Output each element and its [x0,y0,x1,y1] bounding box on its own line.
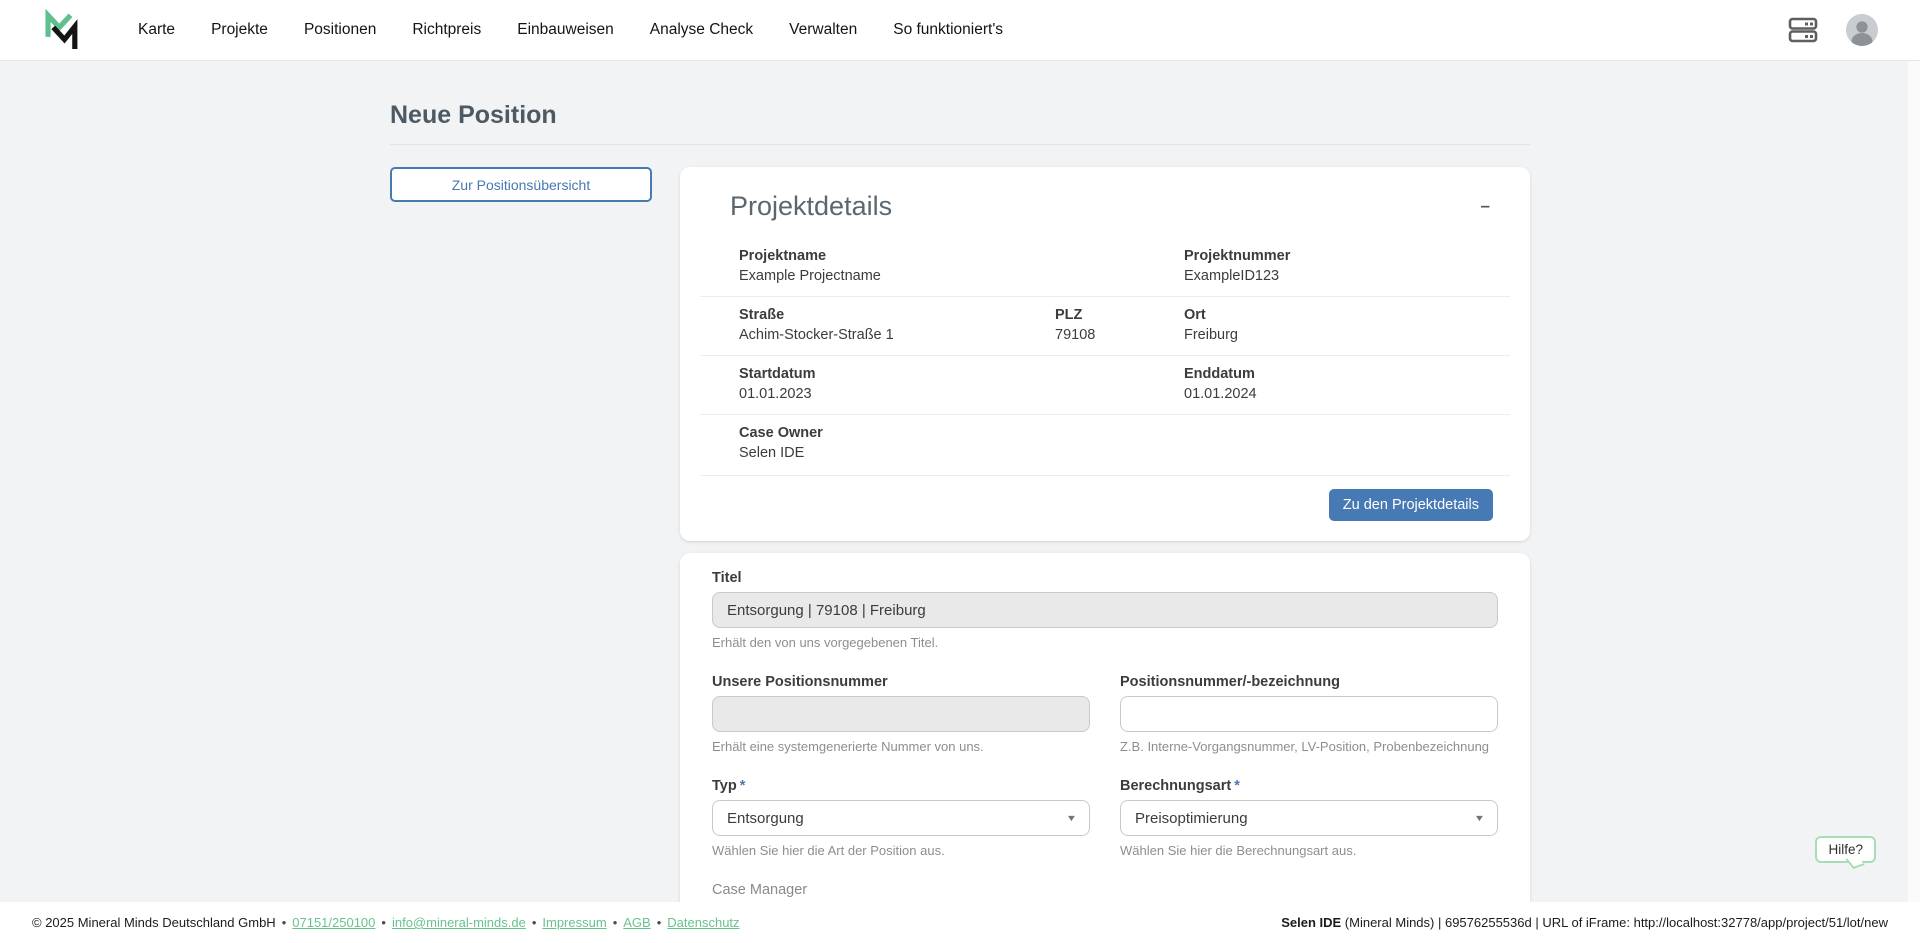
main-nav: Karte Projekte Positionen Richtpreis Ein… [138,21,1003,39]
back-to-positions-button[interactable]: Zur Positionsübersicht [390,167,652,202]
plz-label: PLZ [1055,307,1184,323]
footer-link-email[interactable]: info@mineral-minds.de [392,915,526,930]
required-asterisk: * [740,778,746,794]
project-row-name-number: Projektname Example Projectname Projektn… [700,238,1510,296]
go-to-project-details-button[interactable]: Zu den Projektdetails [1329,489,1493,521]
titel-helper: Erhält den von uns vorgegebenen Titel. [712,635,1498,650]
unsere-positionsnummer-helper: Erhält eine systemgenerierte Nummer von … [712,739,1090,754]
positionsnummer-helper: Z.B. Interne-Vorgangsnummer, LV-Position… [1120,739,1498,754]
typ-label: Typ* [712,778,1090,794]
titel-label: Titel [712,570,1498,586]
titel-field: Titel Erhält den von uns vorgegebenen Ti… [712,570,1498,650]
case-owner-label: Case Owner [739,425,1055,441]
title-divider [390,144,1530,145]
projektnummer-label: Projektnummer [1184,248,1510,264]
plz-value: 79108 [1055,327,1184,343]
session-info: Selen IDE (Mineral Minds) | 69576255536d… [1281,915,1888,930]
footer-copyright: © 2025 Mineral Minds Deutschland GmbH [32,915,276,930]
nav-item-so-funktionierts[interactable]: So funktioniert's [893,21,1003,39]
nav-item-richtpreis[interactable]: Richtpreis [412,21,481,39]
typ-helper: Wählen Sie hier die Art der Position aus… [712,843,1090,858]
case-manager-label: Case Manager [712,882,1090,898]
footer-separator: • [381,915,386,930]
session-user: Selen IDE [1281,915,1341,930]
left-column: Zur Positionsübersicht [390,167,652,202]
topbar-right-icons [1788,14,1878,46]
mineral-minds-logo[interactable] [42,8,82,52]
positionsnummer-input[interactable] [1120,696,1498,732]
startdatum-label: Startdatum [739,366,1055,382]
berechnungsart-helper: Wählen Sie hier die Berechnungsart aus. [1120,843,1498,858]
project-row-case-owner: Case Owner Selen IDE [700,414,1510,473]
berechnungsart-select-value: Preisoptimierung [1135,810,1248,827]
project-row-address: Straße Achim-Stocker-Straße 1 PLZ 79108 … [700,296,1510,355]
unsere-positionsnummer-field: Unsere Positionsnummer Erhält eine syste… [712,674,1090,754]
page-title: Neue Position [390,101,1530,130]
nav-item-einbauweisen[interactable]: Einbauweisen [517,21,614,39]
enddatum-value: 01.01.2024 [1184,386,1510,402]
typ-select-value: Entsorgung [727,810,804,827]
collapse-icon[interactable]: – [1475,191,1496,220]
footer-link-datenschutz[interactable]: Datenschutz [667,915,739,930]
typ-field: Typ* Entsorgung ▼ Wählen Sie hier die Ar… [712,778,1090,858]
positionsnummer-label: Positionsnummer/-bezeichnung [1120,674,1498,690]
berechnungsart-field: Berechnungsart* Preisoptimierung ▼ Wähle… [1120,778,1498,858]
right-column: Projektdetails – Projektname Example Pro… [680,167,1530,943]
vertical-scrollbar[interactable] [1908,61,1920,902]
top-navigation-bar: Karte Projekte Positionen Richtpreis Ein… [0,0,1920,61]
projektnummer-value: ExampleID123 [1184,268,1510,284]
nav-item-positionen[interactable]: Positionen [304,21,376,39]
project-details-title: Projektdetails [730,191,892,222]
nav-item-analyse-check[interactable]: Analyse Check [650,21,753,39]
strasse-label: Straße [739,307,1055,323]
user-avatar[interactable] [1846,14,1878,46]
berechnungsart-select[interactable]: Preisoptimierung ▼ [1120,800,1498,836]
session-details: (Mineral Minds) | 69576255536d | URL of … [1341,915,1888,930]
projektname-label: Projektname [739,248,1055,264]
footer: © 2025 Mineral Minds Deutschland GmbH • … [0,902,1920,943]
startdatum-value: 01.01.2023 [739,386,1055,402]
footer-link-impressum[interactable]: Impressum [542,915,606,930]
logo-icon [42,9,80,51]
case-owner-value: Selen IDE [739,445,1055,461]
server-icon[interactable] [1788,17,1818,43]
titel-input [712,592,1498,628]
main-content: Neue Position Zur Positionsübersicht Pro… [0,61,1920,943]
unsere-positionsnummer-label: Unsere Positionsnummer [712,674,1090,690]
footer-separator: • [657,915,662,930]
strasse-value: Achim-Stocker-Straße 1 [739,327,1055,343]
projektname-value: Example Projectname [739,268,1055,284]
footer-link-agb[interactable]: AGB [623,915,650,930]
chevron-down-icon: ▼ [1474,813,1486,823]
project-row-dates: Startdatum 01.01.2023 Enddatum 01.01.202… [700,355,1510,414]
help-button[interactable]: Hilfe? [1815,836,1876,863]
ort-value: Freiburg [1184,327,1510,343]
footer-separator: • [282,915,287,930]
nav-item-verwalten[interactable]: Verwalten [789,21,857,39]
footer-separator: • [613,915,618,930]
chevron-down-icon: ▼ [1066,813,1078,823]
footer-link-phone[interactable]: 07151/250100 [292,915,375,930]
enddatum-label: Enddatum [1184,366,1510,382]
unsere-positionsnummer-input [712,696,1090,732]
new-position-form-card: Titel Erhält den von uns vorgegebenen Ti… [680,553,1530,943]
berechnungsart-label: Berechnungsart* [1120,778,1498,794]
required-asterisk: * [1234,778,1240,794]
typ-select[interactable]: Entsorgung ▼ [712,800,1090,836]
project-details-card: Projektdetails – Projektname Example Pro… [680,167,1530,541]
ort-label: Ort [1184,307,1510,323]
nav-item-karte[interactable]: Karte [138,21,175,39]
footer-separator: • [532,915,537,930]
positionsnummer-field: Positionsnummer/-bezeichnung Z.B. Intern… [1120,674,1498,754]
nav-item-projekte[interactable]: Projekte [211,21,268,39]
